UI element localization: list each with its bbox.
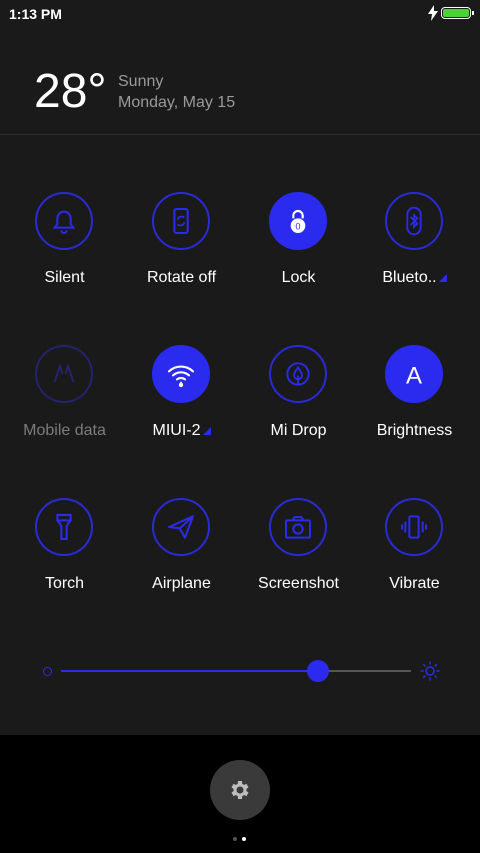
- tile-toggle[interactable]: [385, 498, 443, 556]
- lock-icon: 0: [290, 210, 306, 233]
- status-time: 1:13 PM: [9, 6, 62, 22]
- vibrate-icon: [401, 515, 427, 539]
- tile-brightness[interactable]: A Brightness: [356, 345, 473, 465]
- tile-airplane[interactable]: Airplane: [123, 498, 240, 618]
- page-dot: [242, 837, 246, 841]
- tile-label-text: Torch: [44, 575, 85, 592]
- mi-drop-icon: [286, 362, 310, 386]
- tile-toggle[interactable]: 0: [269, 192, 327, 250]
- bluetooth-icon: [406, 206, 422, 236]
- wifi-icon: [167, 365, 195, 388]
- rotate-icon: [173, 208, 189, 234]
- tile-blueto[interactable]: Blueto..: [356, 192, 473, 312]
- charging-icon: [428, 5, 438, 21]
- tile-toggle[interactable]: [35, 192, 93, 250]
- camera-icon: [285, 516, 311, 539]
- tile-label-text: Rotate off: [146, 269, 217, 286]
- battery-icon: [441, 7, 474, 19]
- weather-widget[interactable]: 28° Sunny Monday, May 15: [0, 28, 480, 134]
- tile-lock[interactable]: 0 Lock: [240, 192, 357, 312]
- page-dot: [233, 837, 237, 841]
- tile-label-text: Lock: [281, 269, 316, 286]
- brightness-slider[interactable]: [40, 658, 440, 684]
- tile-mobile-data[interactable]: Mobile data: [6, 345, 123, 465]
- expand-indicator-icon[interactable]: [202, 427, 211, 435]
- tile-rotate-off[interactable]: Rotate off: [123, 192, 240, 312]
- gear-icon: [231, 781, 249, 799]
- brightness-fill: [61, 670, 319, 672]
- tile-toggle[interactable]: [385, 192, 443, 250]
- tile-label-text: Mi Drop: [270, 422, 327, 439]
- tile-label: Lock: [240, 269, 357, 287]
- svg-text:0: 0: [295, 222, 300, 232]
- tile-label-text: Silent: [44, 269, 85, 286]
- tile-toggle[interactable]: [35, 498, 93, 556]
- svg-text:A: A: [406, 362, 422, 389]
- tile-label-text: MIUI-2: [152, 422, 201, 439]
- weather-condition: Sunny: [118, 73, 164, 90]
- status-bar: 1:13 PM: [0, 0, 480, 28]
- tile-miui-2[interactable]: MIUI-2: [123, 345, 240, 465]
- expand-indicator-icon[interactable]: [438, 274, 447, 282]
- tile-label: Torch: [6, 575, 123, 593]
- tile-label: MIUI-2: [123, 422, 240, 440]
- tile-label-text: Vibrate: [389, 575, 440, 592]
- weather-temperature: 28°: [34, 65, 107, 118]
- torch-icon: [56, 514, 72, 540]
- tile-toggle[interactable]: [152, 192, 210, 250]
- tile-toggle[interactable]: [152, 498, 210, 556]
- auto-brightness-icon: A: [406, 362, 422, 389]
- mobile-data-icon: [53, 362, 75, 383]
- tile-toggle[interactable]: [152, 345, 210, 403]
- weather-date: Monday, May 15: [118, 94, 236, 111]
- tile-label: Brightness: [356, 422, 473, 440]
- page-indicator: [233, 828, 251, 846]
- brightness-track[interactable]: [61, 660, 411, 682]
- tile-label-text: Mobile data: [23, 422, 106, 439]
- tile-label: Rotate off: [123, 269, 240, 287]
- tile-toggle[interactable]: [35, 345, 93, 403]
- brightness-high-icon: [420, 661, 440, 681]
- bell-icon: [52, 210, 76, 234]
- tile-label-text: Blueto..: [382, 269, 437, 286]
- tile-label-text: Screenshot: [258, 575, 339, 592]
- tile-label: Airplane: [123, 575, 240, 593]
- tile-label: Vibrate: [356, 575, 473, 593]
- tile-toggle[interactable]: A: [385, 345, 443, 403]
- tile-label: Mobile data: [6, 422, 123, 440]
- airplane-icon: [168, 515, 194, 539]
- settings-button[interactable]: [210, 760, 270, 820]
- tile-torch[interactable]: Torch: [6, 498, 123, 618]
- tile-label: Silent: [6, 269, 123, 287]
- brightness-low-icon: [43, 667, 52, 676]
- tile-label-text: Brightness: [376, 422, 453, 439]
- tile-label: Mi Drop: [240, 422, 357, 440]
- tile-label: Blueto..: [356, 269, 473, 287]
- tile-label: Screenshot: [240, 575, 357, 593]
- tile-label-text: Airplane: [152, 575, 211, 592]
- tile-mi-drop[interactable]: Mi Drop: [240, 345, 357, 465]
- tile-toggle[interactable]: [269, 345, 327, 403]
- tile-silent[interactable]: Silent: [6, 192, 123, 312]
- brightness-thumb[interactable]: [307, 660, 330, 682]
- divider: [0, 134, 480, 135]
- tile-toggle[interactable]: [269, 498, 327, 556]
- tile-screenshot[interactable]: Screenshot: [240, 498, 357, 618]
- tile-vibrate[interactable]: Vibrate: [356, 498, 473, 618]
